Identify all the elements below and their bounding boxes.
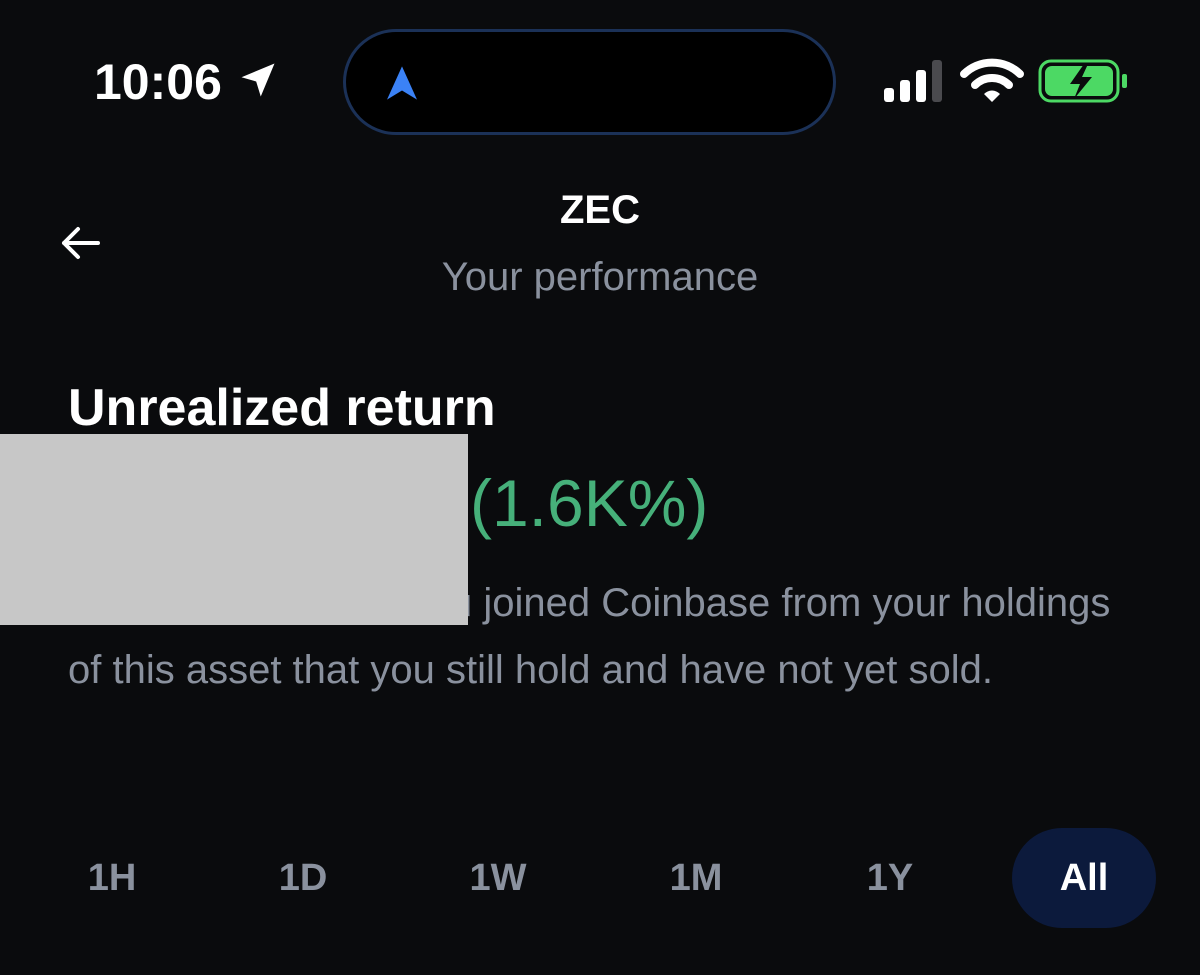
- tab-1w[interactable]: 1W: [448, 828, 548, 928]
- tab-1d[interactable]: 1D: [253, 828, 353, 928]
- cellular-signal-icon: [884, 60, 942, 102]
- page-subtitle: Your performance: [441, 255, 759, 299]
- screen: 10:06 ZEC Your performance Unrealized re…: [0, 0, 1200, 975]
- dynamic-island[interactable]: [343, 29, 836, 135]
- time-range-selector: 1H 1D 1W 1M 1Y All: [0, 828, 1200, 928]
- location-arrow-icon: [241, 63, 275, 97]
- navigation-arrow-icon: [387, 66, 417, 100]
- redaction-block: [0, 434, 468, 625]
- tab-all[interactable]: All: [1012, 828, 1156, 928]
- return-percentage: (1.6K%): [470, 466, 709, 540]
- tab-1h[interactable]: 1H: [62, 828, 162, 928]
- unrealized-return-heading: Unrealized return: [68, 379, 496, 437]
- battery-charging-icon: [1038, 59, 1127, 103]
- status-time: 10:06: [94, 54, 222, 110]
- tab-1m[interactable]: 1M: [646, 828, 746, 928]
- tab-1y[interactable]: 1Y: [840, 828, 940, 928]
- wifi-icon: [960, 58, 1024, 102]
- page-title: ZEC: [560, 188, 640, 232]
